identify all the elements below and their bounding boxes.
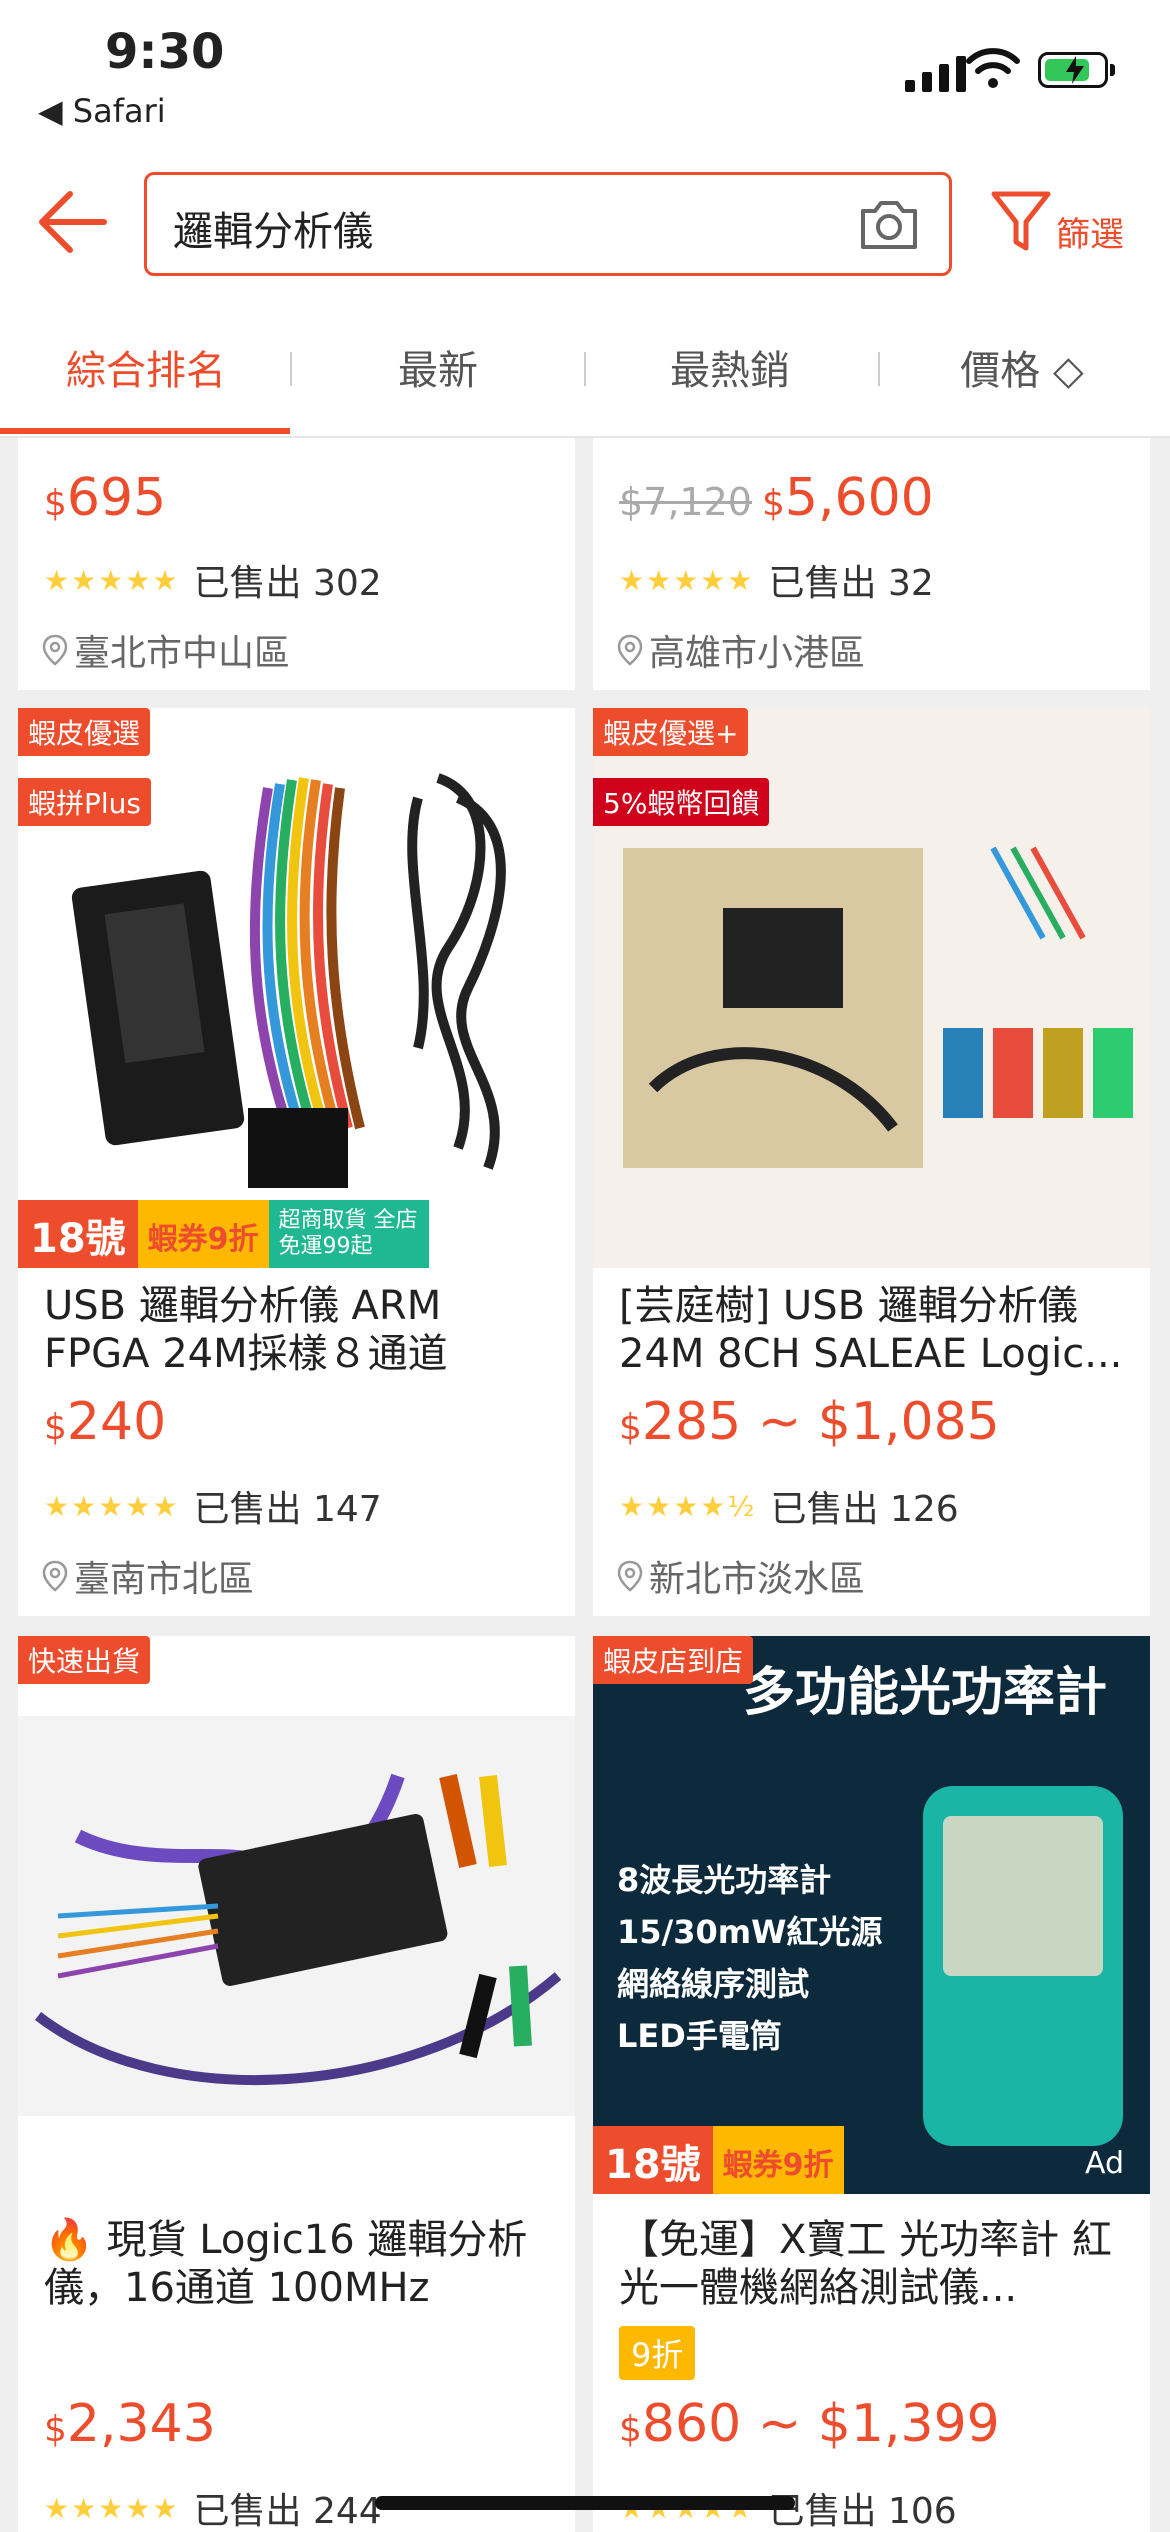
ad-label: Ad bbox=[1084, 2146, 1124, 2181]
coin-cashback-badge: 5%蝦幣回饋 bbox=[593, 778, 770, 826]
sold-count: 已售出 32 bbox=[768, 563, 934, 604]
product-image: 多功能光功率計 8波長光功率計 15/30mW紅光源 網絡線序測試 LED手電筒 bbox=[593, 1636, 1150, 2194]
tab-relevance[interactable]: 綜合排名 bbox=[0, 338, 292, 396]
product-name: 【免運】X寶工 光功率計 紅光一體機網絡測試儀... bbox=[619, 2217, 1112, 2311]
promo-banner: 18號 蝦券9折 超商取貨 全店免運99起 bbox=[18, 1200, 575, 1268]
back-arrow-icon[interactable] bbox=[38, 190, 108, 254]
rating-stars-icon: ★★★★★ bbox=[619, 563, 755, 597]
location-pin-icon bbox=[617, 634, 643, 666]
location-pin-icon bbox=[42, 1560, 68, 1592]
sold-count: 已售出 126 bbox=[770, 1489, 959, 1530]
camera-icon[interactable] bbox=[857, 197, 921, 253]
product-rating: ★★★★★ 已售出 244 bbox=[44, 2482, 382, 2532]
image-banner-text: 多功能光功率計 bbox=[743, 1663, 1108, 1723]
rating-stars-icon: ★★★★★ bbox=[44, 2491, 180, 2525]
product-price: $2,343 bbox=[44, 2394, 216, 2454]
product-price: $860 ~ $1,399 bbox=[619, 2394, 1000, 2454]
sold-count: 已售出 147 bbox=[193, 1489, 382, 1530]
product-image bbox=[18, 1716, 575, 2116]
shop-pickup-badge: 蝦皮店到店 bbox=[593, 1636, 754, 1684]
product-location: 臺北市中山區 bbox=[42, 624, 290, 676]
product-card[interactable]: $7,120 $5,600 ★★★★★ 已售出 32 高雄市小港區 bbox=[593, 438, 1150, 690]
product-card[interactable]: $695 ★★★★★ 已售出 302 臺北市中山區 bbox=[18, 438, 575, 690]
discount-tag: 9折 bbox=[619, 2326, 696, 2380]
product-location: 新北市淡水區 bbox=[617, 1550, 865, 1602]
shopee-preferred-plus-badge: 蝦皮優選+ bbox=[593, 708, 749, 756]
status-time: 9:30 bbox=[105, 24, 225, 80]
tab-latest[interactable]: 最新 bbox=[292, 338, 584, 396]
sold-count: 已售出 244 bbox=[193, 2491, 382, 2532]
shopee-plus-badge: 蝦拼Plus bbox=[18, 778, 151, 826]
cellular-signal-icon bbox=[905, 52, 966, 92]
product-rating: ★★★★★ 已售出 147 bbox=[44, 1480, 382, 1532]
location-pin-icon bbox=[617, 1560, 643, 1592]
product-price: $7,120 $5,600 bbox=[619, 468, 934, 528]
rating-stars-icon: ★★★★½ bbox=[619, 1489, 757, 1523]
rating-stars-icon: ★★★★★ bbox=[44, 1489, 180, 1523]
wifi-icon bbox=[966, 48, 1020, 88]
product-price: $285 ~ $1,085 bbox=[619, 1392, 1000, 1452]
home-indicator[interactable] bbox=[375, 2496, 795, 2510]
product-card[interactable]: 蝦皮優選+ 5%蝦幣回饋 [芸庭樹] USB 邏輯分析儀 24M 8CH SAL… bbox=[593, 708, 1150, 1616]
product-card[interactable]: 多功能光功率計 8波長光功率計 15/30mW紅光源 網絡線序測試 LED手電筒… bbox=[593, 1636, 1150, 2532]
product-price: $695 bbox=[44, 468, 167, 528]
battery-icon bbox=[1038, 52, 1115, 88]
product-name: 🔥 現貨 Logic16 邏輯分析儀，16通道 100MHz bbox=[44, 2217, 528, 2311]
product-name: [芸庭樹] USB 邏輯分析儀 24M 8CH SALEAE Logic... bbox=[619, 1283, 1123, 1377]
rating-stars-icon: ★★★★★ bbox=[44, 563, 180, 597]
location-pin-icon bbox=[42, 634, 68, 666]
filter-funnel-icon bbox=[991, 191, 1051, 251]
product-name: USB 邏輯分析儀 ARM FPGA 24M採樣８通道 bbox=[44, 1283, 448, 1377]
image-feature-list: 8波長光功率計 15/30mW紅光源 網絡線序測試 LED手電筒 bbox=[617, 1861, 883, 2055]
sold-count: 已售出 302 bbox=[193, 563, 382, 604]
product-rating: ★★★★½ 已售出 126 bbox=[619, 1480, 959, 1532]
product-price: $240 bbox=[44, 1392, 167, 1452]
product-rating: ★★★★★ 已售出 302 bbox=[44, 554, 382, 606]
search-input[interactable]: 邏輯分析儀 bbox=[144, 172, 952, 276]
product-rating: ★★★★★ 已售出 32 bbox=[619, 554, 934, 606]
sold-count: 已售出 106 bbox=[768, 2491, 957, 2532]
tab-top-sales[interactable]: 最熱銷 bbox=[584, 338, 876, 396]
back-to-safari-link[interactable]: ◀ Safari bbox=[38, 92, 166, 130]
search-header: 邏輯分析儀 篩選 bbox=[0, 150, 1170, 290]
product-card[interactable]: 快速出貨 🔥 現貨 Logic16 邏輯分析儀，16通道 100MHz $2,3… bbox=[18, 1636, 575, 2532]
product-location: 高雄市小港區 bbox=[617, 624, 865, 676]
shopee-preferred-badge: 蝦皮優選 bbox=[18, 708, 151, 756]
fast-shipping-badge: 快速出貨 bbox=[18, 1636, 151, 1684]
filter-button[interactable]: 篩選 bbox=[990, 190, 1124, 255]
sort-tabs: 綜合排名 最新 最熱銷 價格 ◇ bbox=[0, 290, 1170, 438]
promo-banner: 18號 蝦券9折 bbox=[593, 2126, 1150, 2194]
tab-price[interactable]: 價格 ◇ bbox=[876, 338, 1168, 396]
active-tab-indicator bbox=[0, 428, 290, 434]
status-bar: 9:30 ◀ Safari bbox=[0, 0, 1170, 150]
filter-label: 篩選 bbox=[1056, 215, 1124, 255]
search-query: 邏輯分析儀 bbox=[173, 209, 373, 255]
product-location: 臺南市北區 bbox=[42, 1550, 254, 1602]
product-card[interactable]: 蝦皮優選 蝦拼Plus 18號 蝦券9折 超商取貨 全店免運99起 USB 邏輯… bbox=[18, 708, 575, 1616]
